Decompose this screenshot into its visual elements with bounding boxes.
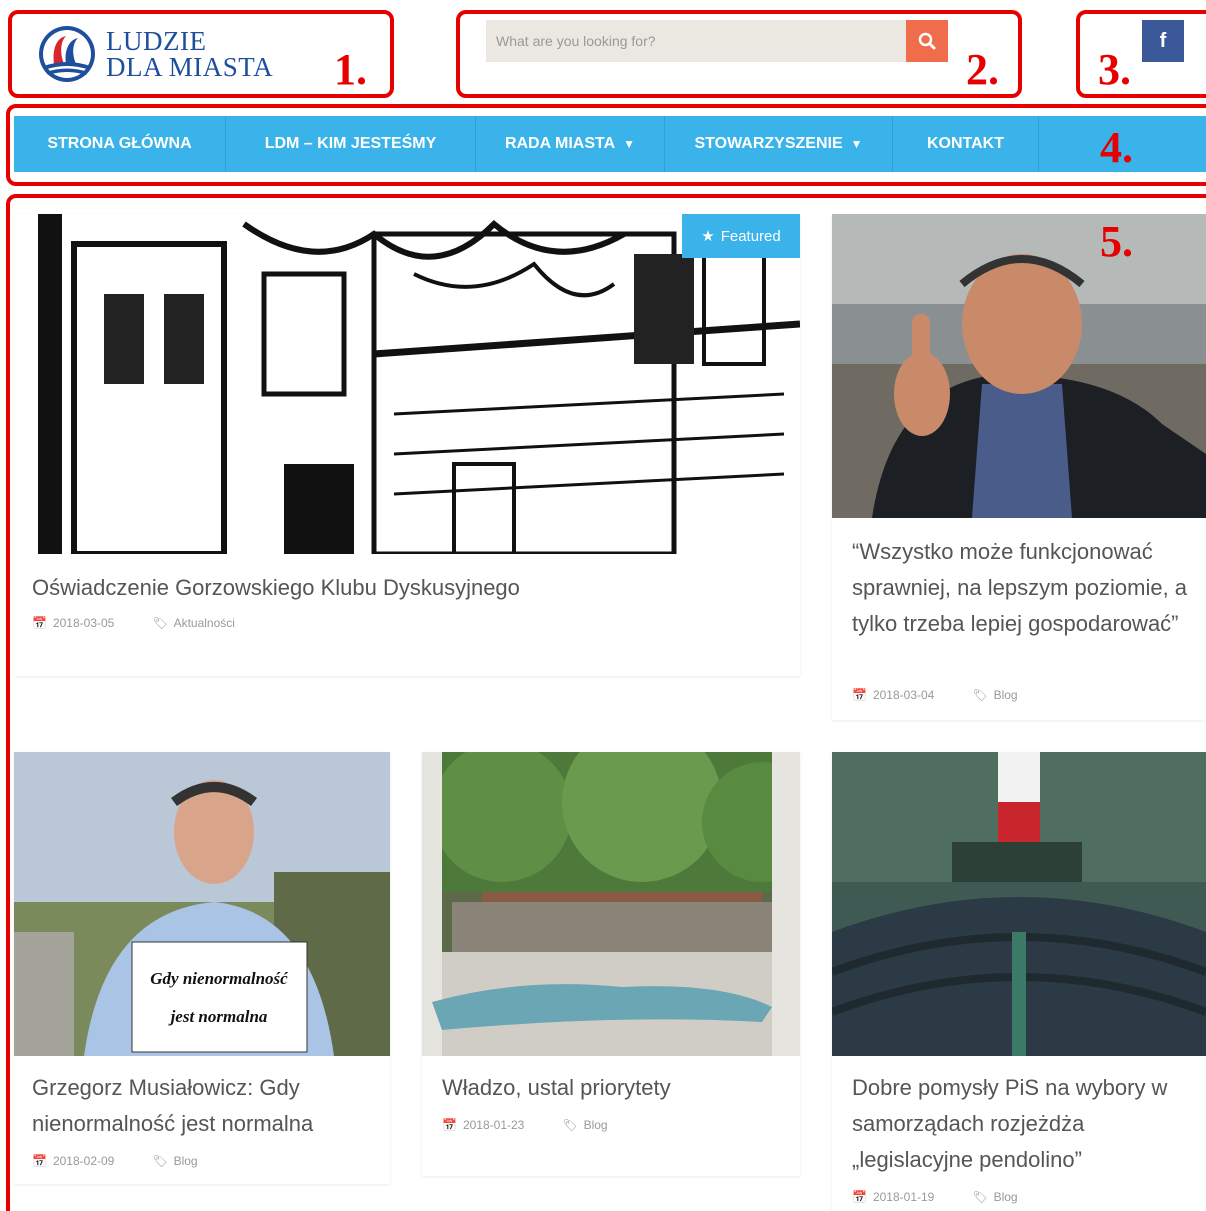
- annotation-box-5: [6, 194, 1206, 1211]
- annotation-number-4: 4.: [1100, 123, 1133, 172]
- annotation-number-1: 1.: [334, 45, 367, 94]
- annotation-number-5: 5.: [1100, 217, 1133, 266]
- annotation-number-2: 2.: [966, 45, 999, 94]
- annotation-box-4: [6, 104, 1206, 186]
- annotation-box-3: [1076, 10, 1206, 98]
- annotation-box-2: [456, 10, 1022, 98]
- annotation-number-3: 3.: [1098, 45, 1131, 94]
